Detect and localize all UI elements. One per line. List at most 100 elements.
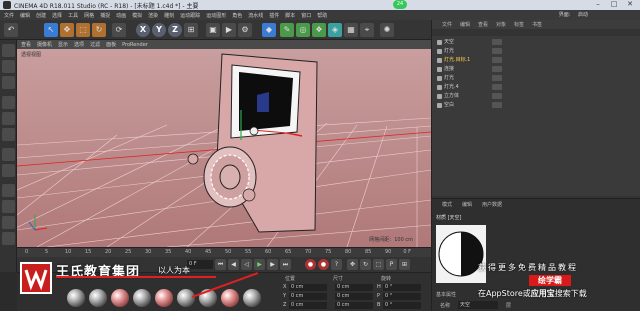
position-z-field[interactable]: 0 cm (289, 302, 327, 309)
rotation-b-field[interactable]: 0 ° (383, 302, 421, 309)
render-picture-icon[interactable]: ▶ (222, 23, 236, 37)
menu-pipeline[interactable]: 流水线 (248, 12, 263, 19)
visibility-toggle[interactable] (492, 84, 502, 90)
material-swatch[interactable] (111, 289, 129, 307)
deformer-icon[interactable]: ◈ (328, 23, 342, 37)
menu-simulate[interactable]: 模拟 (132, 12, 142, 19)
om-menu-tags[interactable]: 标签 (514, 21, 524, 28)
size-z-field[interactable]: 0 cm (335, 302, 373, 309)
object-row[interactable]: 天空 (432, 38, 522, 46)
texture-mode-icon[interactable] (2, 76, 15, 89)
visibility-toggle[interactable] (492, 39, 502, 45)
om-menu-object[interactable]: 对象 (496, 21, 506, 28)
material-swatch[interactable] (133, 289, 151, 307)
vp-menu-panel[interactable]: 面板 (106, 41, 116, 48)
attr-menu-edit[interactable]: 编辑 (462, 201, 472, 208)
key-select-icon[interactable]: ? (331, 259, 342, 270)
key-param-icon[interactable]: P (386, 259, 397, 270)
om-menu-edit[interactable]: 编辑 (460, 21, 470, 28)
object-row[interactable]: 灯光 (432, 74, 522, 82)
object-row[interactable]: 灯光 (432, 47, 522, 55)
material-swatch[interactable] (243, 289, 261, 307)
menu-plugins[interactable]: 插件 (269, 12, 279, 19)
menu-edit[interactable]: 编辑 (20, 12, 30, 19)
undo-icon[interactable]: ↶ (4, 23, 18, 37)
material-swatch[interactable] (221, 289, 239, 307)
model-mode-icon[interactable] (2, 60, 15, 73)
menu-file[interactable]: 文件 (4, 12, 14, 19)
material-swatch[interactable] (89, 289, 107, 307)
name-field[interactable]: 天空 (458, 301, 498, 309)
current-frame-field[interactable]: 0 F (187, 260, 213, 269)
menu-animate[interactable]: 动画 (116, 12, 126, 19)
menu-script[interactable]: 脚本 (285, 12, 295, 19)
size-y-field[interactable]: 0 cm (335, 293, 373, 300)
om-menu-bookmarks[interactable]: 书签 (532, 21, 542, 28)
render-view-icon[interactable]: ▣ (206, 23, 220, 37)
visibility-toggle[interactable] (492, 102, 502, 108)
timeline-ruler[interactable]: 0 5 10 15 20 25 30 35 40 45 50 55 60 65 … (17, 247, 431, 257)
axis-z-icon[interactable]: Z (168, 23, 182, 37)
camera-icon[interactable]: ⌖ (360, 23, 374, 37)
lock-icon[interactable] (2, 216, 15, 229)
attr-menu-userdata[interactable]: 用户数据 (482, 201, 502, 208)
prev-key-icon[interactable]: ◀ (228, 259, 239, 270)
vp-menu-view[interactable]: 查看 (21, 41, 31, 48)
material-swatch[interactable] (155, 289, 173, 307)
object-row-selected[interactable]: 灯光.目标.1 (432, 56, 522, 64)
workplane-icon[interactable] (2, 200, 15, 213)
vp-menu-camera[interactable]: 摄像机 (37, 41, 52, 48)
tweak-mode-icon[interactable] (2, 164, 15, 177)
visibility-toggle[interactable] (492, 57, 502, 63)
close-button[interactable]: ✕ (622, 0, 638, 9)
menu-select[interactable]: 选择 (52, 12, 62, 19)
menu-create[interactable]: 创建 (36, 12, 46, 19)
axis-mode-icon[interactable] (2, 148, 15, 161)
vp-menu-options[interactable]: 选项 (74, 41, 84, 48)
axis-y-icon[interactable]: Y (152, 23, 166, 37)
light-icon[interactable]: ✺ (380, 23, 394, 37)
menu-character[interactable]: 角色 (232, 12, 242, 19)
key-scale-icon[interactable]: ⬚ (373, 259, 384, 270)
subdivision-icon[interactable]: ◎ (296, 23, 310, 37)
menu-snap[interactable]: 捕捉 (100, 12, 110, 19)
object-row[interactable]: 立方体 (432, 92, 522, 100)
snap-icon[interactable] (2, 184, 15, 197)
size-x-field[interactable]: 0 cm (335, 284, 373, 291)
menu-motion-tracking[interactable]: 运动跟踪 (180, 12, 200, 19)
om-menu-file[interactable]: 文件 (442, 21, 452, 28)
rotation-p-field[interactable]: 0 ° (383, 293, 421, 300)
object-row[interactable]: 空白 (432, 101, 522, 109)
go-start-icon[interactable]: ⏮ (215, 259, 226, 270)
perspective-viewport[interactable]: 查看 摄像机 显示 选项 过滤 面板 ProRender 透视视图 网格间距：1… (17, 40, 431, 247)
make-editable-icon[interactable] (2, 44, 15, 57)
key-move-icon[interactable]: ✥ (347, 259, 358, 270)
rotate-icon[interactable]: ↻ (92, 23, 106, 37)
play-back-icon[interactable]: ◁ (241, 259, 252, 270)
menu-help[interactable]: 帮助 (317, 12, 327, 19)
position-x-field[interactable]: 0 cm (289, 284, 327, 291)
visibility-toggle[interactable] (492, 93, 502, 99)
layout-selector[interactable]: 界面: 启动 (559, 11, 594, 18)
recent-icon[interactable]: ⟳ (112, 23, 126, 37)
vp-menu-prorender[interactable]: ProRender (122, 42, 148, 48)
move-icon[interactable]: ✥ (60, 23, 74, 37)
visibility-toggle[interactable] (492, 48, 502, 54)
menu-tools[interactable]: 工具 (68, 12, 78, 19)
grid-icon[interactable] (2, 232, 15, 245)
position-y-field[interactable]: 0 cm (289, 293, 327, 300)
menu-mograph[interactable]: 运动图形 (206, 12, 226, 19)
polygons-mode-icon[interactable] (2, 128, 15, 141)
material-swatch[interactable] (67, 289, 85, 307)
cube-icon[interactable]: ◆ (262, 23, 276, 37)
record-icon[interactable]: ● (305, 259, 316, 270)
menu-mesh[interactable]: 网格 (84, 12, 94, 19)
menu-window[interactable]: 窗口 (301, 12, 311, 19)
scale-icon[interactable]: ⬚ (76, 23, 90, 37)
visibility-toggle[interactable] (492, 66, 502, 72)
visibility-toggle[interactable] (492, 75, 502, 81)
vp-menu-filter[interactable]: 过滤 (90, 41, 100, 48)
notification-badge[interactable]: 24 (393, 0, 407, 9)
minimize-button[interactable]: – (590, 0, 606, 9)
om-menu-view[interactable]: 查看 (478, 21, 488, 28)
